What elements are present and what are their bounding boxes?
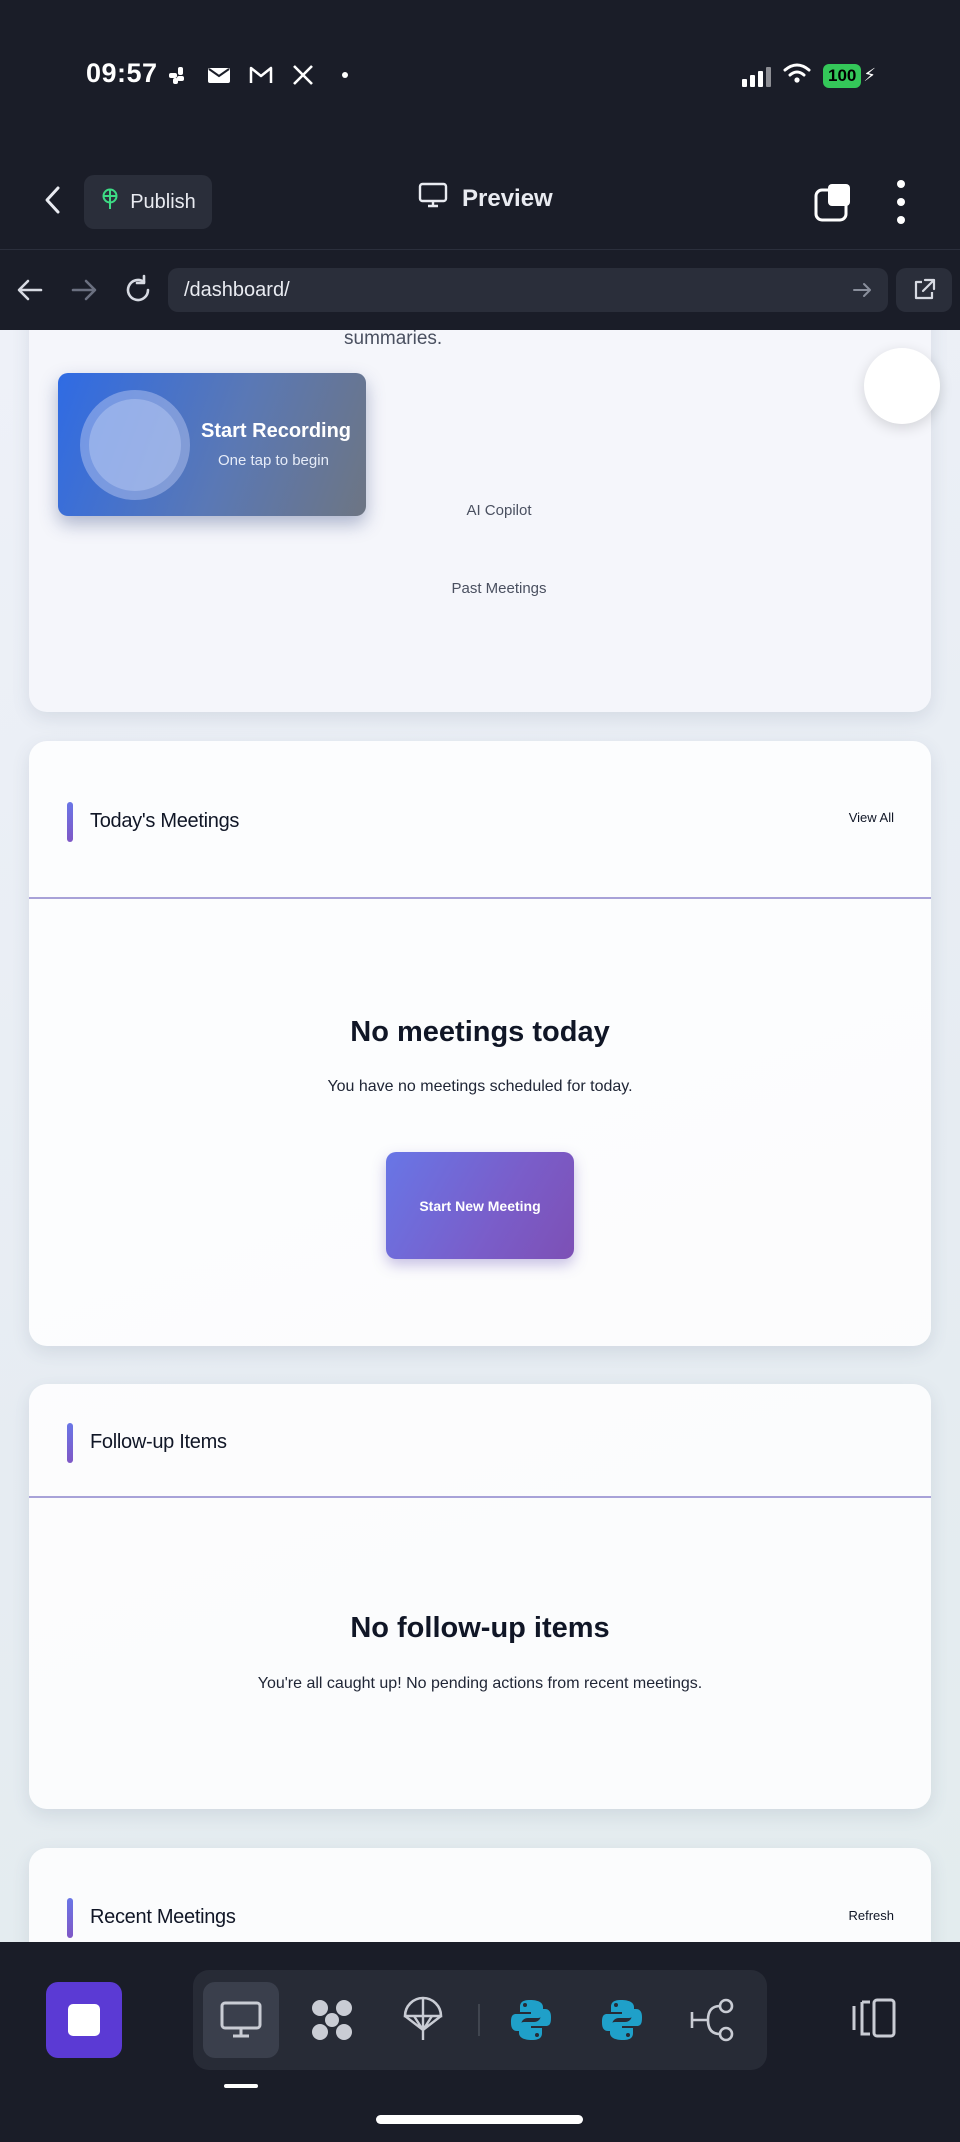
charging-icon: ⚡ (863, 65, 876, 85)
section-accent-bar (67, 1898, 73, 1938)
empty-state-title: No meetings today (350, 1016, 610, 1048)
more-menu-icon[interactable] (896, 180, 906, 224)
notification-icons (164, 62, 358, 88)
record-icon (80, 390, 190, 500)
slack-icon (164, 62, 190, 88)
parachute-icon[interactable] (385, 1982, 461, 2058)
start-recording-button[interactable]: Start Recording One tap to begin (58, 373, 366, 516)
empty-state-text: You're all caught up! No pending actions… (257, 1675, 703, 1692)
publish-button[interactable]: Publish (84, 175, 212, 229)
x-icon (290, 62, 316, 88)
preview-label: Preview (462, 184, 553, 212)
tabs-button[interactable] (814, 182, 854, 222)
tabs-icon (814, 184, 850, 222)
dot-icon (332, 62, 358, 88)
hero-card: summaries. Start Recording One tap to be… (29, 330, 931, 712)
url-text: /dashboard/ (184, 278, 290, 301)
monitor-icon[interactable] (203, 1982, 279, 2058)
section-accent-bar (67, 1423, 73, 1463)
status-bar: 09:57 100 ⚡ (0, 0, 960, 150)
browser-forward-button[interactable] (68, 274, 100, 306)
url-input[interactable]: /dashboard/ (168, 268, 888, 312)
reload-icon (126, 274, 150, 302)
past-meetings-link[interactable]: Past Meetings (349, 580, 649, 597)
gmail-icon (248, 62, 274, 88)
arrow-right-icon (71, 279, 97, 301)
system-status: 100 ⚡ (741, 62, 876, 89)
todays-meetings-card: Today's Meetings View All No meetings to… (29, 741, 931, 1346)
stop-button[interactable] (46, 1982, 122, 2058)
section-title: Follow-up Items (90, 1431, 227, 1453)
start-new-meeting-button[interactable]: Start New Meeting (386, 1152, 574, 1259)
publish-label: Publish (130, 190, 196, 213)
mail-icon (206, 62, 232, 88)
record-title: Start Recording (201, 420, 352, 442)
home-indicator[interactable] (376, 2115, 583, 2124)
monitor-icon (418, 182, 448, 215)
section-accent-bar (67, 802, 73, 842)
page-viewport: summaries. Start Recording One tap to be… (0, 330, 960, 1942)
workflow-icon[interactable] (675, 1982, 751, 2058)
floating-action-button[interactable] (864, 348, 940, 424)
grid-flower-icon[interactable] (294, 1982, 370, 2058)
arrow-left-icon (17, 279, 43, 301)
side-panel-icon[interactable] (850, 1998, 898, 2043)
active-tab-indicator (224, 2084, 258, 2088)
section-header: Today's Meetings View All (29, 741, 931, 899)
empty-state-title: No follow-up items (350, 1612, 610, 1644)
section-title: Recent Meetings (90, 1906, 236, 1928)
stop-icon (68, 2004, 100, 2036)
back-button[interactable] (38, 184, 70, 216)
empty-state-text: You have no meetings scheduled for today… (327, 1078, 633, 1095)
open-external-button[interactable] (896, 268, 952, 312)
signal-icon (741, 65, 771, 87)
record-subtitle: One tap to begin (218, 452, 329, 469)
ai-copilot-link[interactable]: AI Copilot (349, 502, 649, 519)
chevron-left-icon (45, 186, 60, 214)
browser-back-button[interactable] (14, 274, 46, 306)
tool-group (193, 1970, 767, 2070)
go-arrow-icon[interactable] (850, 278, 874, 302)
python-icon[interactable] (493, 1982, 569, 2058)
url-toolbar: /dashboard/ (0, 250, 960, 330)
publish-icon (100, 188, 120, 216)
external-link-icon (914, 278, 936, 300)
wifi-icon (783, 62, 811, 89)
refresh-button[interactable]: Refresh (848, 1908, 894, 1923)
python-icon[interactable] (584, 1982, 660, 2058)
section-header: Follow-up Items (29, 1384, 931, 1498)
section-title: Today's Meetings (90, 810, 240, 832)
battery-level: 100 (822, 63, 862, 88)
status-time: 09:57 (86, 58, 158, 88)
recent-meetings-card: Recent Meetings Refresh (29, 1848, 931, 1942)
reload-button[interactable] (122, 274, 154, 306)
follow-up-card: Follow-up Items No follow-up items You'r… (29, 1384, 931, 1809)
view-all-button[interactable]: View All (849, 810, 894, 825)
app-header: Publish Preview (0, 150, 960, 250)
battery-indicator: 100 ⚡ (822, 63, 876, 88)
hero-summary-text: summaries. (344, 330, 443, 349)
divider (478, 2004, 480, 2036)
bottom-dock (0, 1942, 960, 2142)
preview-toggle[interactable]: Preview (418, 182, 553, 215)
